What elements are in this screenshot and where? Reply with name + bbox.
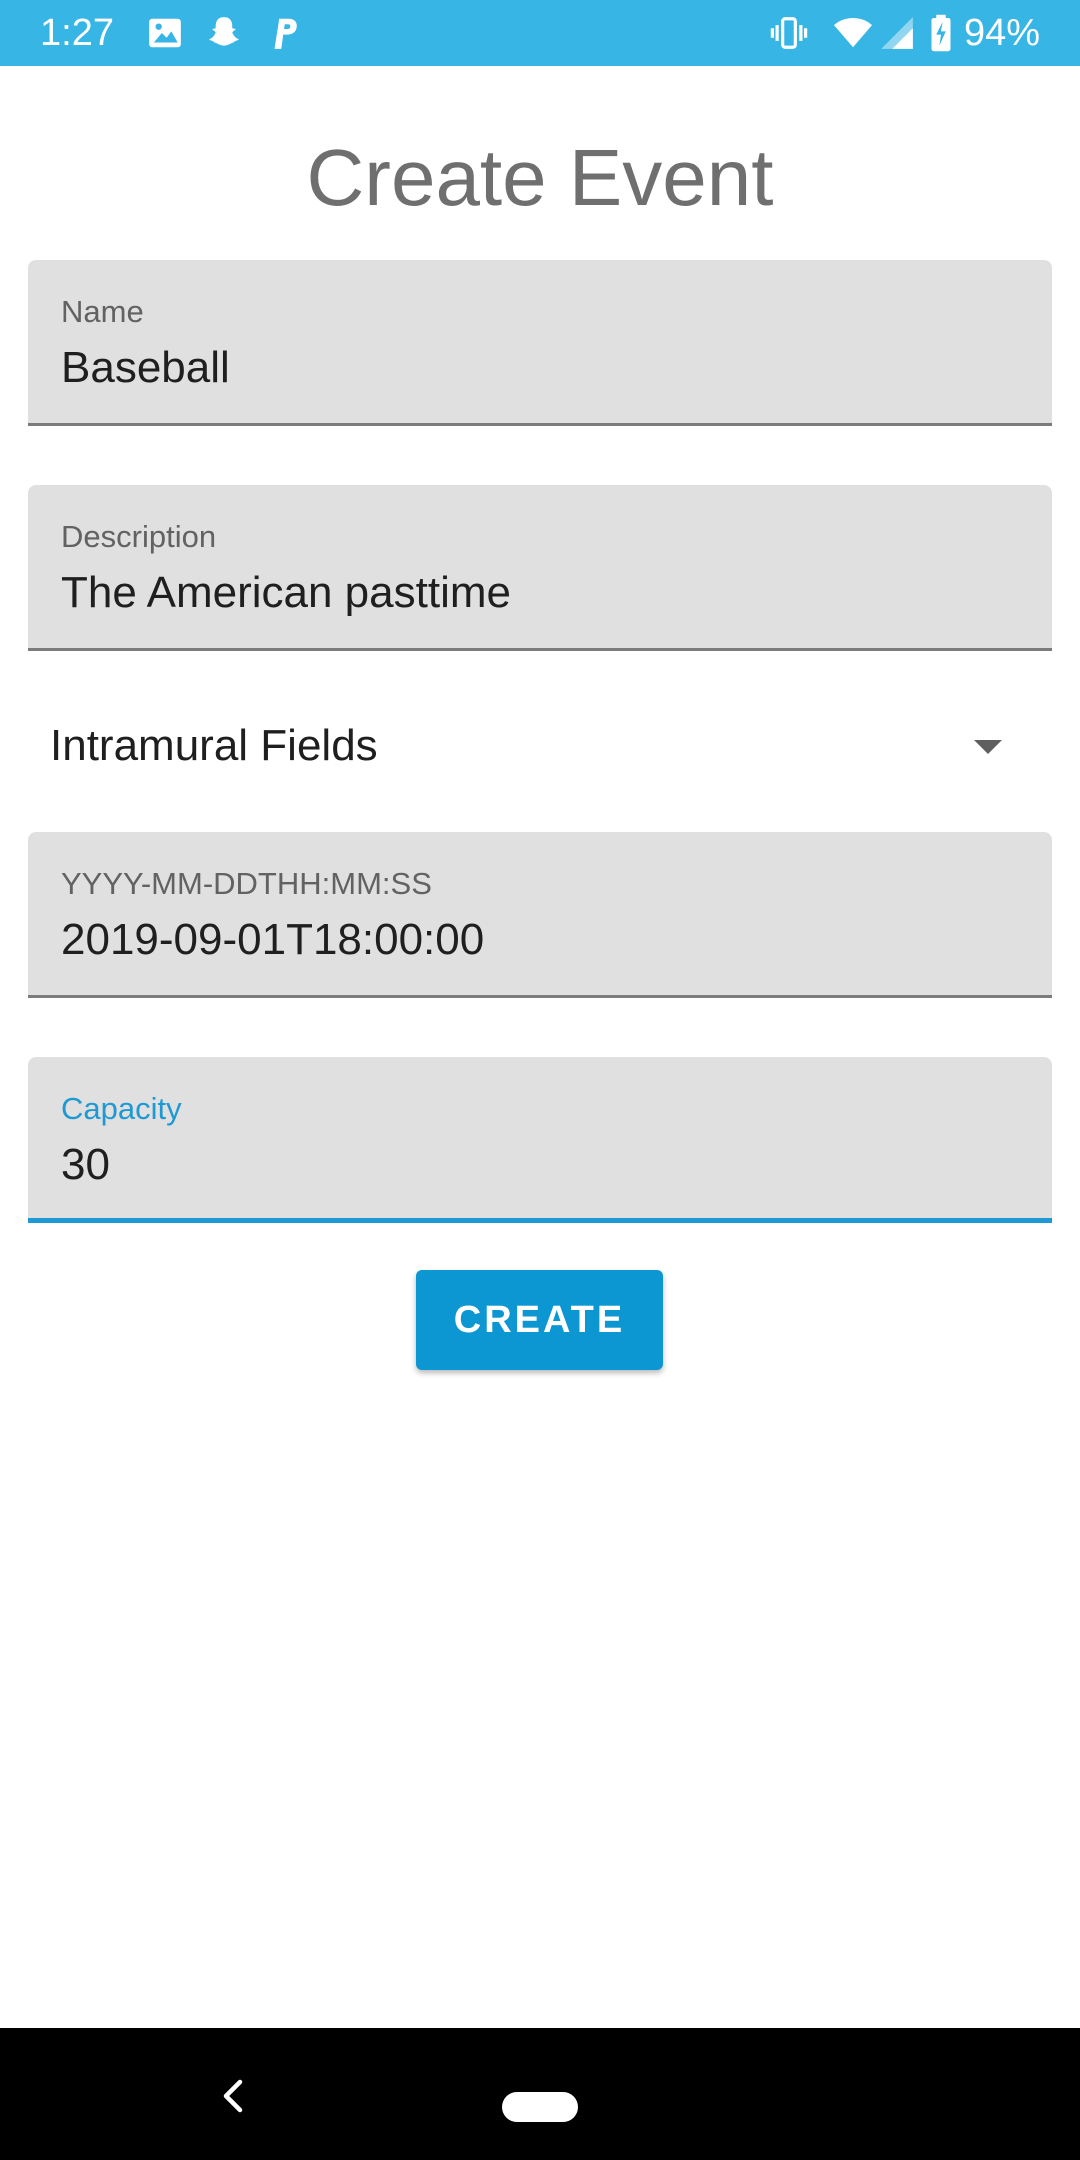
location-select-value: Intramural Fields	[50, 721, 378, 770]
status-time: 1:27	[40, 12, 114, 54]
page-title: Create Event	[306, 133, 774, 222]
location-select[interactable]: Intramural Fields	[28, 690, 1052, 800]
datetime-field[interactable]: YYYY-MM-DDTHH:MM:SS 2019-09-01T18:00:00	[28, 832, 1052, 998]
name-field-value: Baseball	[61, 343, 230, 392]
screen: 1:27 94% Create Event Name Baseball Desc…	[0, 0, 1080, 2160]
navigation-bar	[0, 2028, 1080, 2160]
status-bar: 1:27 94%	[0, 0, 1080, 66]
description-field-label: Description	[61, 519, 217, 554]
create-button[interactable]: CREATE	[416, 1270, 663, 1370]
home-pill-icon[interactable]	[502, 2092, 578, 2122]
parking-icon	[265, 14, 303, 52]
snapchat-icon	[205, 14, 243, 52]
capacity-field-value: 30	[61, 1140, 110, 1189]
cell-signal-icon	[878, 14, 916, 52]
datetime-field-label: YYYY-MM-DDTHH:MM:SS	[61, 866, 432, 901]
dropdown-arrow-icon	[968, 732, 1008, 762]
image-icon	[146, 14, 184, 52]
capacity-field-label: Capacity	[61, 1091, 182, 1126]
description-field-value: The American pasttime	[61, 568, 511, 617]
capacity-field[interactable]: Capacity 30	[28, 1057, 1052, 1223]
back-icon[interactable]	[218, 2078, 248, 2114]
battery-charging-icon	[928, 14, 954, 52]
battery-percent: 94%	[963, 12, 1040, 54]
name-field[interactable]: Name Baseball	[28, 260, 1052, 426]
datetime-field-value: 2019-09-01T18:00:00	[61, 915, 485, 964]
wifi-icon	[830, 14, 876, 52]
vibrate-icon	[770, 14, 808, 52]
description-field[interactable]: Description The American pasttime	[28, 485, 1052, 651]
name-field-label: Name	[61, 294, 144, 329]
